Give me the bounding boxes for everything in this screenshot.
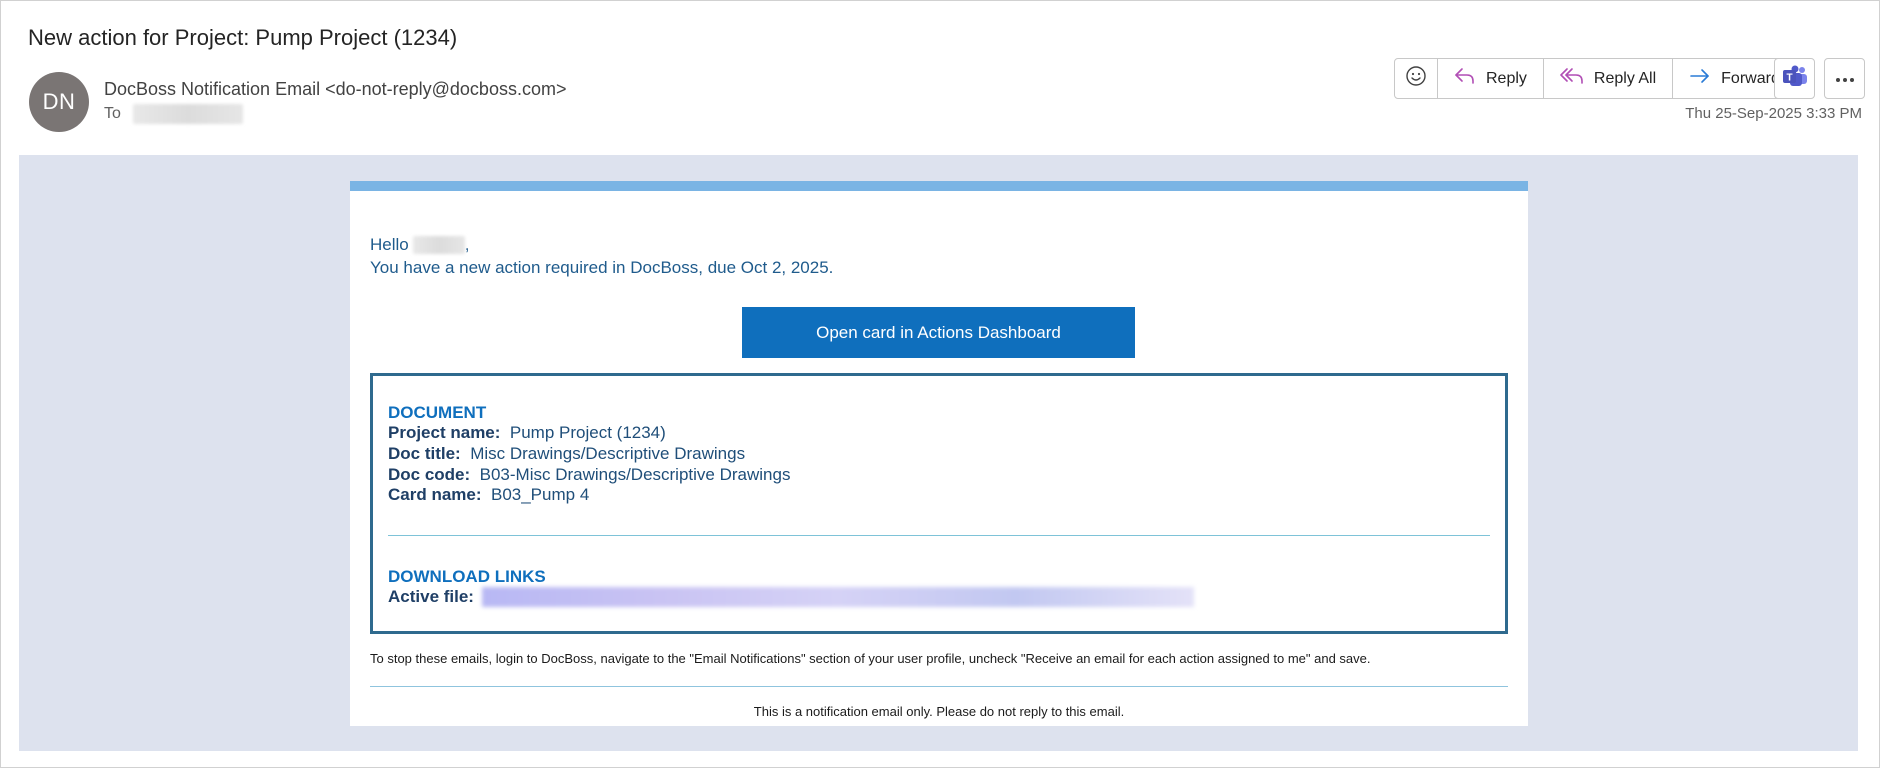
email-reading-pane: New action for Project: Pump Project (12… <box>0 0 1880 768</box>
more-icon <box>1835 70 1855 88</box>
doc-code-field: Doc code: B03-Misc Drawings/Descriptive … <box>388 465 790 485</box>
active-file-link[interactable] <box>481 587 1194 607</box>
reply-all-button[interactable]: Reply All <box>1544 59 1674 98</box>
more-actions-button[interactable] <box>1824 58 1865 99</box>
email-subject: New action for Project: Pump Project (12… <box>28 25 458 50</box>
svg-text:T: T <box>1786 73 1792 84</box>
sender-name[interactable]: DocBoss Notification Email <do-not-reply… <box>104 79 566 100</box>
field-label: Active file: <box>388 587 474 606</box>
document-heading: DOCUMENT <box>388 403 487 422</box>
reply-all-icon <box>1560 67 1584 90</box>
recipient-row: To <box>104 104 243 124</box>
reply-label: Reply <box>1486 69 1527 87</box>
doc-title-field: Doc title: Misc Drawings/Descriptive Dra… <box>388 444 745 464</box>
intro-text: You have a new action required in DocBos… <box>370 258 834 277</box>
field-value: B03-Misc Drawings/Descriptive Drawings <box>479 465 791 484</box>
reply-all-label: Reply All <box>1593 69 1657 87</box>
reply-icon <box>1454 67 1476 90</box>
active-file-field: Active file: <box>388 587 1194 607</box>
reaction-button[interactable] <box>1395 59 1438 98</box>
field-label: Doc code: <box>388 465 471 484</box>
greeting-line: Hello , <box>370 235 469 255</box>
unsubscribe-instructions: To stop these emails, login to DocBoss, … <box>370 651 1371 666</box>
teams-share-button[interactable]: T <box>1774 58 1815 99</box>
reply-button[interactable]: Reply <box>1438 59 1544 98</box>
card-name-field: Card name: B03_Pump 4 <box>388 485 589 505</box>
download-links-heading: DOWNLOAD LINKS <box>388 567 546 586</box>
forward-label: Forward <box>1721 69 1780 87</box>
recipient-name-redacted <box>412 236 465 254</box>
details-box: DOCUMENT Project name: Pump Project (123… <box>370 373 1508 634</box>
sender-avatar[interactable]: DN <box>29 72 89 132</box>
message-toolbar: Reply Reply All Forward <box>1394 58 1797 99</box>
no-reply-notice: This is a notification email only. Pleas… <box>753 704 1125 719</box>
to-label: To <box>104 105 121 122</box>
project-name-field: Project name: Pump Project (1234) <box>388 423 666 443</box>
field-value: B03_Pump 4 <box>490 485 590 504</box>
field-value: Pump Project (1234) <box>509 423 666 442</box>
divider <box>388 535 1490 536</box>
field-label: Doc title: <box>388 444 461 463</box>
received-date: Thu 25-Sep-2025 3:33 PM <box>1685 105 1862 122</box>
open-card-button[interactable]: Open card in Actions Dashboard <box>742 307 1135 358</box>
divider <box>370 686 1508 687</box>
greeting-comma: , <box>464 235 470 254</box>
avatar-initials: DN <box>42 89 76 114</box>
forward-icon <box>1689 67 1711 90</box>
field-label: Project name: <box>388 423 501 442</box>
recipient-redacted[interactable] <box>132 104 243 124</box>
field-label: Card name: <box>388 485 482 504</box>
smiley-icon <box>1405 65 1427 92</box>
message-body: Hello , You have a new action required i… <box>19 155 1858 751</box>
field-value: Misc Drawings/Descriptive Drawings <box>470 444 746 463</box>
greeting-text: Hello <box>370 235 409 254</box>
teams-icon: T <box>1782 64 1808 93</box>
notification-card: Hello , You have a new action required i… <box>350 181 1528 726</box>
